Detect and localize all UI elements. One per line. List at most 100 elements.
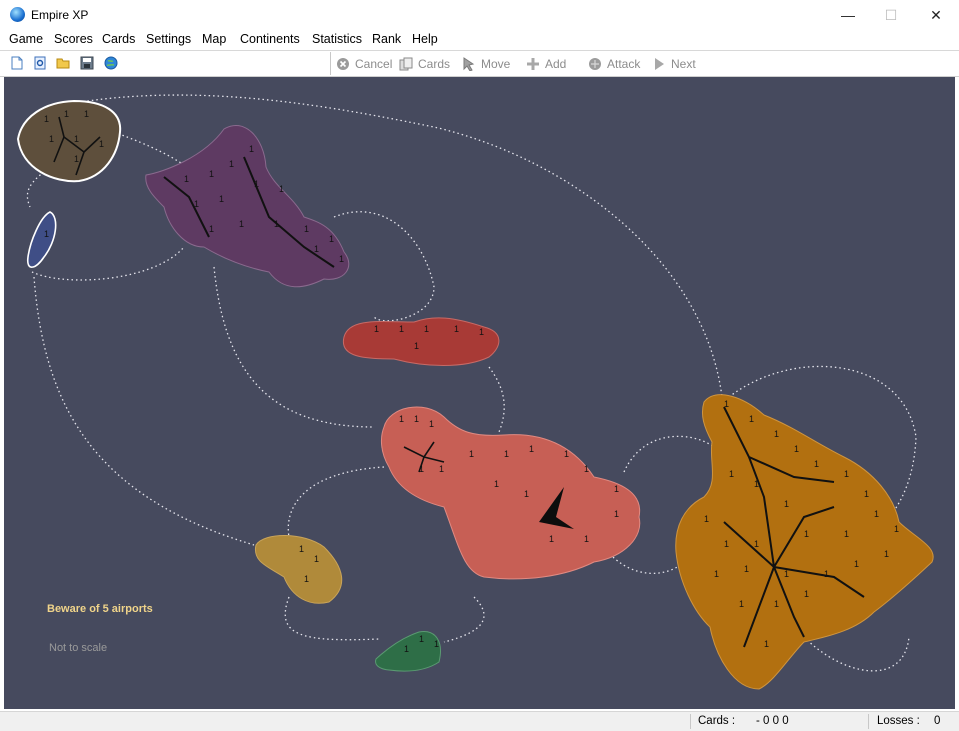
army-count-label: 1 (724, 539, 729, 549)
close-button[interactable]: ✕ (913, 0, 959, 30)
army-count-label: 1 (749, 414, 754, 424)
island-oahu[interactable] (145, 124, 350, 288)
army-count-label: 1 (339, 254, 344, 264)
save-icon[interactable] (80, 56, 94, 70)
menu-rank[interactable]: Rank (372, 32, 401, 46)
island-maui[interactable] (380, 406, 641, 580)
army-count-label: 1 (329, 234, 334, 244)
toolbar: Cancel Cards Move Add Attack Next (0, 50, 959, 77)
army-count-label: 1 (49, 134, 54, 144)
cancel-icon (337, 57, 349, 70)
army-count-label: 1 (844, 469, 849, 479)
toolbar-separator (330, 52, 331, 75)
new-icon[interactable] (10, 56, 24, 70)
army-count-label: 1 (374, 324, 379, 334)
army-count-label: 1 (229, 159, 234, 169)
app-globe-icon (10, 7, 25, 22)
army-count-label: 1 (784, 569, 789, 579)
army-count-label: 1 (844, 529, 849, 539)
army-count-label: 1 (774, 429, 779, 439)
army-count-label: 1 (64, 109, 69, 119)
army-count-label: 1 (209, 169, 214, 179)
army-count-label: 1 (279, 184, 284, 194)
army-count-label: 1 (44, 229, 49, 239)
army-count-label: 1 (754, 479, 759, 489)
next-button[interactable]: Next (652, 55, 696, 72)
army-count-label: 1 (874, 509, 879, 519)
next-icon (655, 57, 664, 70)
minimize-button[interactable]: — (825, 0, 871, 30)
add-button[interactable]: Add (526, 55, 566, 72)
menu-statistics[interactable]: Statistics (312, 32, 362, 46)
losses-value: 0 (934, 715, 941, 727)
cancel-button[interactable]: Cancel (336, 55, 392, 72)
army-count-label: 1 (804, 529, 809, 539)
menu-continents[interactable]: Continents (240, 32, 300, 46)
army-count-label: 1 (754, 539, 759, 549)
army-count-label: 1 (219, 194, 224, 204)
attack-button[interactable]: Attack (588, 55, 640, 72)
cards-status-value: - 0 0 0 (756, 715, 789, 727)
army-count-label: 1 (184, 174, 189, 184)
army-count-label: 1 (314, 554, 319, 564)
army-count-label: 1 (504, 449, 509, 459)
game-map[interactable]: 1111111111111111111111111111111111111111… (4, 77, 955, 709)
army-count-label: 1 (584, 534, 589, 544)
army-count-label: 1 (44, 114, 49, 124)
army-count-label: 1 (549, 534, 554, 544)
status-bar: Cards : - 0 0 0 Losses : 0 (0, 711, 959, 731)
army-count-label: 1 (304, 574, 309, 584)
army-count-label: 1 (529, 444, 534, 454)
cards-label: Cards (418, 56, 451, 71)
army-count-label: 1 (494, 479, 499, 489)
army-count-label: 1 (774, 599, 779, 609)
menu-cards[interactable]: Cards (102, 32, 135, 46)
globe-icon[interactable] (104, 56, 118, 70)
preview-icon[interactable] (33, 56, 47, 70)
menu-help[interactable]: Help (412, 32, 438, 46)
army-count-label: 1 (744, 564, 749, 574)
menu-settings[interactable]: Settings (146, 32, 191, 46)
army-count-label: 1 (274, 219, 279, 229)
army-count-label: 1 (704, 514, 709, 524)
army-count-label: 1 (434, 639, 439, 649)
losses-label: Losses : (877, 715, 920, 727)
cards-icon (399, 57, 413, 70)
island-niihau[interactable] (26, 211, 57, 268)
menu-game[interactable]: Game (9, 32, 43, 46)
army-count-label: 1 (824, 569, 829, 579)
move-button[interactable]: Move (462, 55, 510, 72)
move-icon (463, 56, 475, 71)
army-count-label: 1 (584, 464, 589, 474)
army-count-label: 1 (194, 199, 199, 209)
army-count-label: 1 (404, 644, 409, 654)
island-molokai[interactable] (342, 317, 500, 366)
army-count-label: 1 (729, 469, 734, 479)
army-count-label: 1 (794, 444, 799, 454)
title-bar: Empire XP — ☐ ✕ (0, 0, 959, 30)
island-hawaii[interactable] (675, 394, 934, 690)
army-count-label: 1 (74, 154, 79, 164)
army-count-label: 1 (74, 134, 79, 144)
army-count-label: 1 (414, 341, 419, 351)
army-count-label: 1 (864, 489, 869, 499)
army-count-label: 1 (399, 324, 404, 334)
airports-note: Beware of 5 airports (47, 603, 153, 615)
army-count-label: 1 (469, 449, 474, 459)
army-count-label: 1 (419, 634, 424, 644)
open-folder-icon[interactable] (56, 56, 70, 70)
menu-scores[interactable]: Scores (54, 32, 93, 46)
army-count-label: 1 (894, 524, 899, 534)
army-count-label: 1 (249, 144, 254, 154)
cards-button[interactable]: Cards (399, 55, 450, 72)
cancel-label: Cancel (355, 56, 393, 71)
army-count-label: 1 (764, 639, 769, 649)
army-count-label: 1 (399, 414, 404, 424)
menu-map[interactable]: Map (202, 32, 226, 46)
army-count-label: 1 (454, 324, 459, 334)
army-count-label: 1 (479, 327, 484, 337)
attack-icon (589, 57, 601, 70)
army-count-label: 1 (209, 224, 214, 234)
maximize-button[interactable]: ☐ (868, 0, 914, 30)
army-count-label: 1 (614, 509, 619, 519)
